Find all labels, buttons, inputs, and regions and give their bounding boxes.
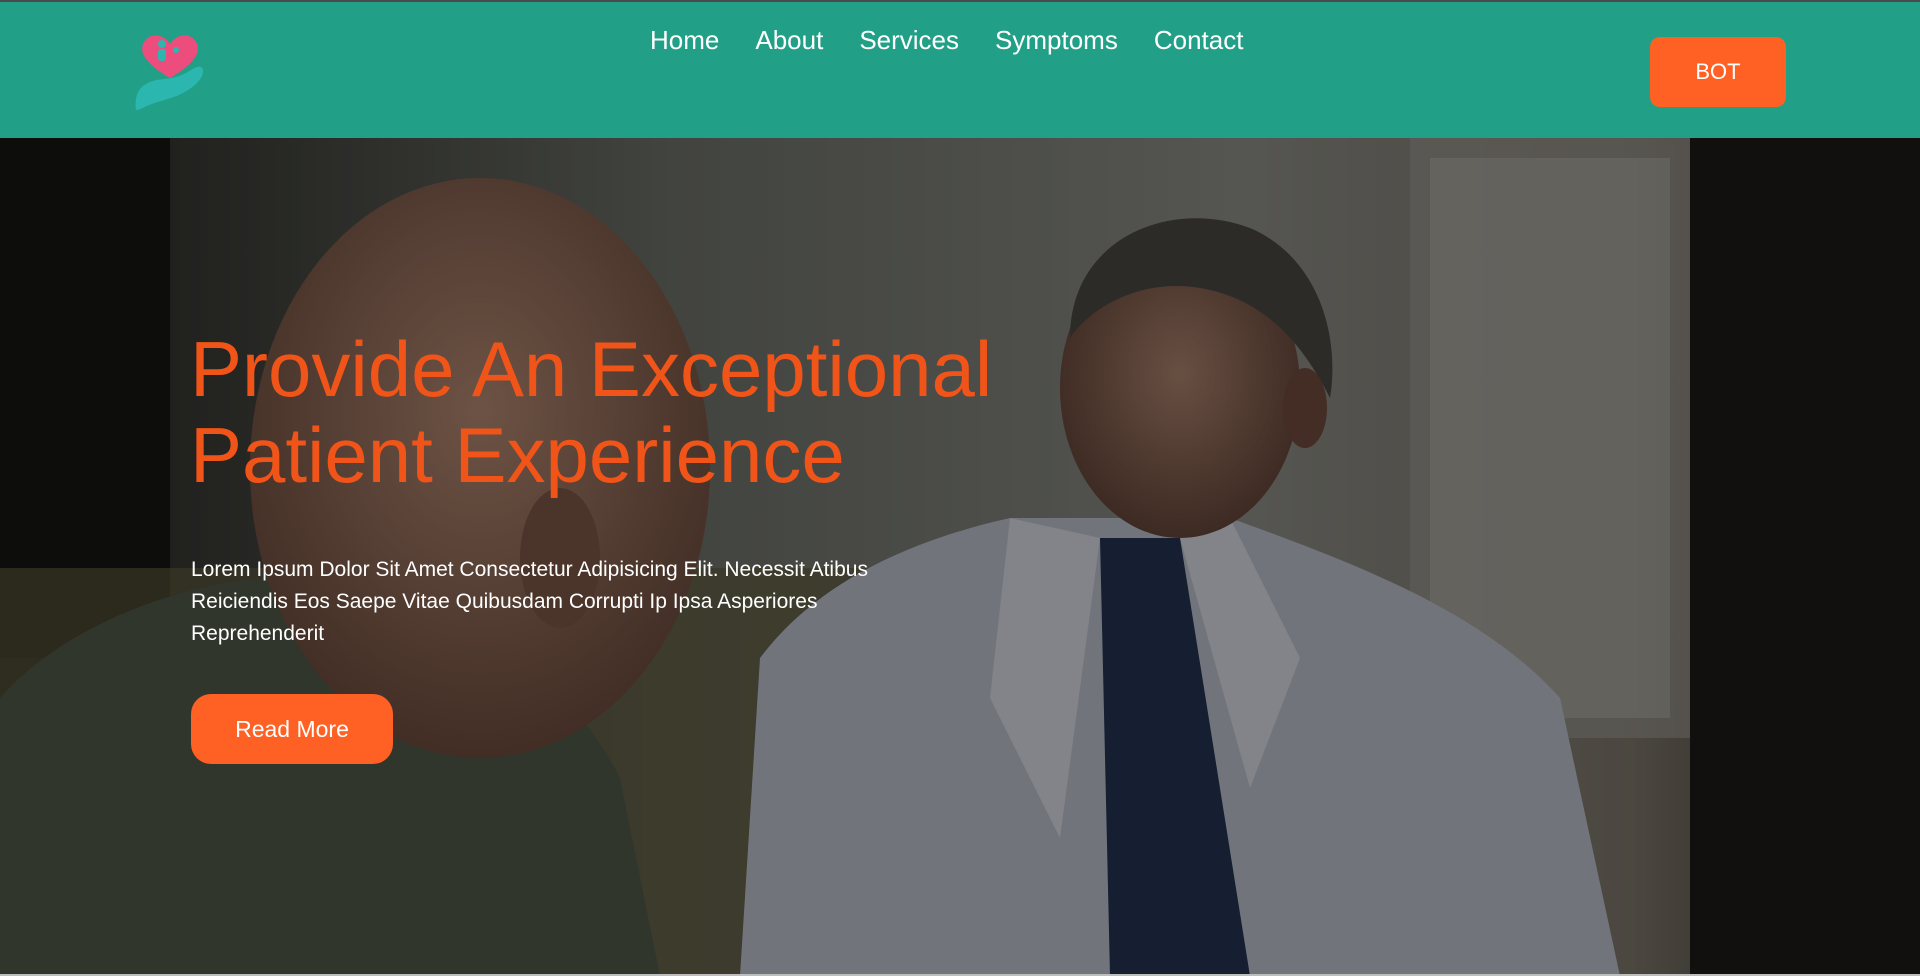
nav-services-link[interactable]: Services [859,25,959,56]
main-nav: Home About Services Symptoms Contact [650,20,1243,60]
logo[interactable] [132,30,208,114]
bot-button[interactable]: BOT [1650,37,1786,107]
site-header: Home About Services Symptoms Contact BOT [0,2,1920,138]
hero-title: Provide An Exceptional Patient Experienc… [190,326,1090,498]
read-more-button[interactable]: Read More [191,694,393,764]
nav-home-link[interactable]: Home [650,25,719,56]
heart-hand-icon [135,35,204,110]
hero-title-line-1: Provide An Exceptional [190,325,993,413]
hero-description: Lorem Ipsum Dolor Sit Amet Consectetur A… [191,558,868,645]
nav-contact-link[interactable]: Contact [1154,25,1244,56]
nav-about-link[interactable]: About [755,25,823,56]
nav-symptoms-link[interactable]: Symptoms [995,25,1118,56]
hero-title-line-2: Patient Experience [190,411,845,499]
hero-section: Provide An Exceptional Patient Experienc… [0,138,1920,976]
